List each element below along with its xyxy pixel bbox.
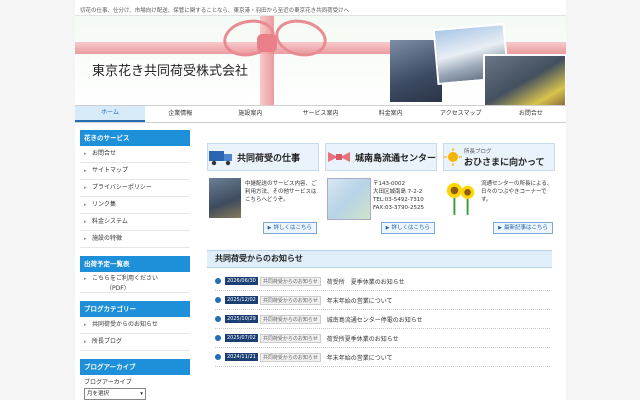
panel-center-title: 城南島流通センター	[354, 153, 436, 164]
page: 切花の仕事、仕分け、市場向け配送、保管に関することなら、東京港・羽田から至近の東…	[0, 0, 640, 400]
panel-center-address: 〒143-0002 大田区城南島 7-2-2 TEL:03-5492-7310 …	[373, 181, 425, 211]
sidebar-item-privacy[interactable]: ▸ プライバシーポリシー	[80, 180, 190, 197]
ribbon-icon	[327, 152, 350, 162]
sidebar-archive-title: ブログアーカイブ	[80, 359, 190, 375]
sidebar-schedule-title: 出荷予定一覧表	[80, 256, 190, 272]
panel-center-map	[327, 178, 371, 220]
arrow-icon: ▸	[84, 202, 87, 208]
sidebar-item-pricing[interactable]: ▸ 料金システム	[80, 214, 190, 231]
news-row[interactable]: 2025/12/02 共同荷受からのお知らせ 年末年始の営業について	[215, 291, 550, 310]
nav-services[interactable]: サービス案内	[285, 106, 355, 122]
panel-center: 城南島流通センター 〒143-0002 大田区城南島 7-2-2 TEL:03-…	[325, 143, 437, 235]
panel-work-photo	[209, 178, 241, 218]
sidebar-item-sitemap[interactable]: ▸ サイトマップ	[80, 163, 190, 180]
nav-facilities[interactable]: 施設案内	[215, 106, 285, 122]
panel-blog-label: 所長ブログ	[464, 148, 492, 155]
right-background	[566, 0, 640, 400]
sidebar-category-title: ブログカテゴリー	[80, 301, 190, 317]
news-header: 共同荷受からのお知らせ	[207, 250, 552, 268]
header-banner: 東京花き共同荷受株式会社	[75, 15, 566, 106]
panel-blog-text: 流通センターの所長による、日々のつぶやきコーナーです。	[481, 181, 553, 203]
news-text: 年末年始の営業について	[326, 354, 393, 362]
sidebar-item-schedule-pdf[interactable]: ▸ こちらをご利用ください （PDF）	[80, 272, 190, 293]
news-category: 共同荷受からのお知らせ	[259, 314, 321, 324]
arrow-icon: ▸	[84, 219, 87, 225]
bullet-icon	[215, 354, 221, 360]
panel-blog-latest-button[interactable]: ▶ 最新記事はこちら	[493, 222, 553, 234]
news-title: 共同荷受からのお知らせ	[215, 254, 303, 263]
header-photo-warehouse	[483, 54, 566, 106]
chevron-down-icon: ▾	[140, 391, 143, 397]
sun-icon	[444, 148, 462, 166]
company-name: 東京花き共同荷受株式会社	[90, 60, 251, 79]
ribbon-bow-right	[271, 16, 331, 62]
panel-work-text: 中継配送のサービス内容、ご利用方法、その他サービスはこちらへどうぞ。	[245, 181, 317, 203]
news-date: 2026/06/30	[225, 277, 258, 285]
sunflower-illustration	[446, 182, 475, 215]
panel-work-title: 共同荷受の仕事	[237, 153, 301, 164]
arrow-icon: ▸	[84, 236, 87, 242]
news-text: 荷受所 夏季休業のお知らせ	[326, 278, 405, 286]
news-category: 共同荷受からのお知らせ	[259, 352, 321, 362]
arrow-icon: ▸	[84, 168, 87, 174]
truck-icon	[209, 151, 232, 166]
news-category: 共同荷受からのお知らせ	[259, 295, 321, 305]
left-background	[0, 0, 75, 400]
archive-label: ブログアーカイブ	[84, 379, 132, 386]
archive-month-select[interactable]: 月を選択 ▾	[84, 388, 146, 400]
nav-company[interactable]: 企業情報	[145, 106, 215, 122]
news-row[interactable]: 2024/11/21 共同荷受からのお知らせ 年末年始の営業について	[215, 348, 550, 367]
nav-contact[interactable]: お問合せ	[496, 106, 566, 122]
nav-pricing[interactable]: 料金案内	[356, 106, 426, 122]
news-row[interactable]: 2025/10/29 共同荷受からのお知らせ 城南島流通センター停電のお知らせ	[215, 310, 550, 329]
arrow-icon: ▸	[84, 151, 87, 157]
bullet-icon	[215, 278, 221, 284]
sidebar-item-contact[interactable]: ▸ お問合せ	[80, 146, 190, 163]
bullet-icon	[215, 335, 221, 341]
news-row[interactable]: 2025/07/02 共同荷受からのお知らせ 荷受所夏季休業のお知らせ	[215, 329, 550, 348]
news-date: 2025/10/29	[225, 315, 258, 323]
bullet-icon	[215, 316, 221, 322]
play-icon: ▶	[498, 225, 502, 231]
sidebar: 花きのサービス ▸ お問合せ ▸ サイトマップ ▸ プライバシーポリシー ▸ リンク集 …	[80, 130, 190, 400]
panel-blog-title: おひさまに向かって	[464, 157, 545, 168]
news-text: 城南島流通センター停電のお知らせ	[326, 316, 423, 324]
arrow-icon: ▸	[84, 322, 87, 328]
arrow-icon: ▸	[84, 276, 87, 282]
main-content: 切花の仕事、仕分け、市場向け配送、保管に関することなら、東京港・羽田から至近の東…	[75, 0, 566, 400]
site-tagline: 切花の仕事、仕分け、市場向け配送、保管に関することなら、東京港・羽田から至近の東…	[80, 8, 350, 14]
sidebar-services-title: 花きのサービス	[80, 130, 190, 146]
nav-access[interactable]: アクセスマップ	[426, 106, 496, 122]
nav-home[interactable]: ホーム	[75, 106, 146, 122]
sidebar-item-news-category[interactable]: ▸ 共同荷受からのお知らせ	[80, 317, 190, 334]
news-category: 共同荷受からのお知らせ	[259, 276, 321, 286]
sidebar-services-list: ▸ お問合せ ▸ サイトマップ ▸ プライバシーポリシー ▸ リンク集 ▸ 料金システム …	[80, 146, 190, 248]
sidebar-schedule-list: ▸ こちらをご利用ください （PDF）	[80, 272, 190, 293]
news-date: 2025/12/02	[225, 296, 258, 304]
news-date: 2024/11/21	[225, 353, 258, 361]
sidebar-item-blog-category[interactable]: ▸ 所長ブログ	[80, 334, 190, 351]
news-text: 荷受所夏季休業のお知らせ	[326, 335, 399, 343]
sidebar-item-links[interactable]: ▸ リンク集	[80, 197, 190, 214]
news-list: 2026/06/30 共同荷受からのお知らせ 荷受所 夏季休業のお知らせ 202…	[215, 272, 550, 367]
ribbon-knot	[257, 34, 277, 52]
bullet-icon	[215, 297, 221, 303]
panel-work-detail-button[interactable]: ▶ 詳しくはこちら	[262, 222, 317, 234]
sidebar-item-features[interactable]: ▸ 施設の特徴	[80, 231, 190, 248]
panel-work: 共同荷受の仕事 中継配送のサービス内容、ご利用方法、その他サービスはこちらへどう…	[207, 143, 319, 235]
arrow-icon: ▸	[84, 185, 87, 191]
play-icon: ▶	[385, 225, 390, 231]
sidebar-category-list: ▸ 共同荷受からのお知らせ ▸ 所長ブログ	[80, 317, 190, 351]
arrow-icon: ▸	[84, 339, 87, 345]
panel-blog: 所長ブログ おひさまに向かって 流通センターの所長による、日々のつぶやきコーナー…	[443, 143, 555, 235]
global-nav: ホーム 企業情報 施設案内 サービス案内 料金案内 アクセスマップ お問合せ	[75, 105, 566, 123]
news-text: 年末年始の営業について	[326, 297, 393, 305]
play-icon: ▶	[267, 225, 272, 231]
news-category: 共同荷受からのお知らせ	[259, 333, 321, 343]
news-date: 2025/07/02	[225, 334, 258, 342]
panel-center-detail-button[interactable]: ▶ 詳しくはこちら	[380, 222, 435, 234]
news-row[interactable]: 2026/06/30 共同荷受からのお知らせ 荷受所 夏季休業のお知らせ	[215, 272, 550, 291]
